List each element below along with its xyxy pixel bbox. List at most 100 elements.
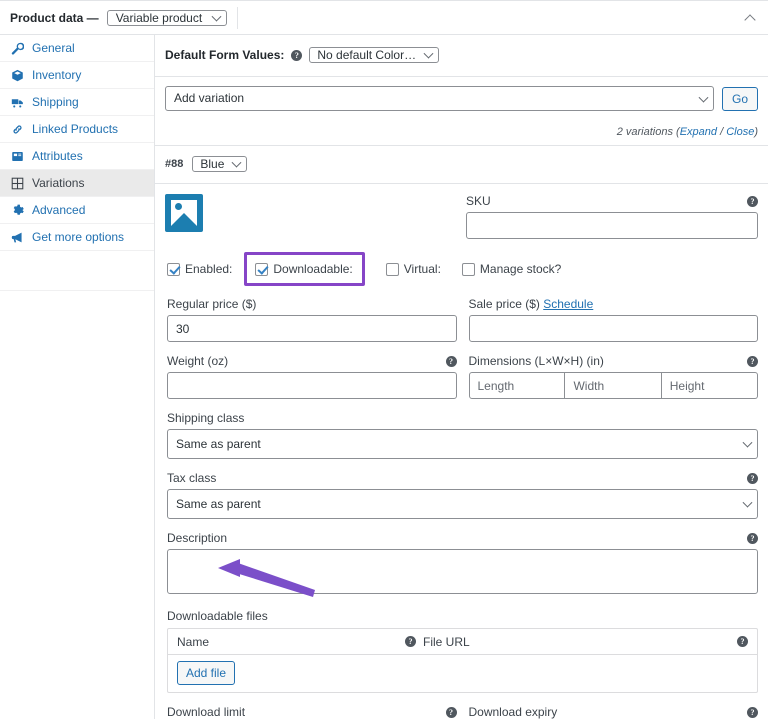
sidebar-item-get-more-options[interactable]: Get more options xyxy=(0,224,154,251)
sidebar-item-variations[interactable]: Variations xyxy=(0,170,154,197)
gear-icon xyxy=(10,203,24,217)
close-paren: ) xyxy=(754,126,758,138)
panel-header: Product data — Variable product xyxy=(0,1,768,35)
help-icon[interactable]: ? xyxy=(747,355,758,367)
add-variation-select[interactable]: Add variation xyxy=(165,86,714,111)
column-header-actions: ? xyxy=(734,636,748,647)
downloadable-checkbox-item[interactable]: Downloadable: xyxy=(244,252,365,286)
regular-price-label: Regular price ($) xyxy=(167,297,257,311)
dimensions-block: Dimensions (L×W×H) (in) ? xyxy=(468,354,758,399)
sidebar-filler xyxy=(0,251,154,291)
help-icon[interactable]: ? xyxy=(445,355,457,367)
downloadable-label: Downloadable: xyxy=(273,262,353,276)
default-color-select[interactable]: No default Color… xyxy=(309,47,440,63)
shipping-class-select-wrap[interactable]: Same as parent xyxy=(167,429,758,459)
column-header-file-url-group: ? File URL xyxy=(405,635,734,649)
help-icon[interactable]: ? xyxy=(737,636,748,647)
help-icon[interactable]: ? xyxy=(747,195,758,207)
add-variation-select-wrap[interactable]: Add variation xyxy=(165,86,714,111)
downloadable-checkbox[interactable] xyxy=(255,262,269,276)
variation-toggles-row: Enabled: Downloadable: Virtual: Manage s… xyxy=(165,239,758,297)
sidebar-item-label: Variations xyxy=(32,176,85,190)
weight-block: Weight (oz) ? xyxy=(165,354,457,399)
download-limit-label: Download limit xyxy=(167,705,246,719)
regular-price-block: Regular price ($) xyxy=(165,297,457,342)
manage-stock-label: Manage stock? xyxy=(479,262,562,276)
sku-label-row: SKU ? xyxy=(466,194,758,208)
tax-class-select-wrap[interactable]: Same as parent xyxy=(167,489,758,519)
go-button[interactable]: Go xyxy=(721,86,758,111)
help-icon[interactable]: ? xyxy=(747,532,758,544)
enabled-checkbox-item[interactable]: Enabled: xyxy=(167,262,232,276)
variation-id: #88 xyxy=(165,158,184,170)
image-placeholder-inner xyxy=(171,200,197,226)
variation-attribute-select[interactable]: Blue xyxy=(192,156,248,172)
sidebar-item-inventory[interactable]: Inventory xyxy=(0,62,154,89)
download-limit-block: Download limit ? xyxy=(165,705,457,719)
downloadable-files-header: Name ? File URL ? xyxy=(168,629,757,655)
height-input[interactable] xyxy=(661,372,758,399)
help-icon[interactable]: ? xyxy=(405,636,416,647)
description-block: Description ? xyxy=(165,531,758,609)
length-input[interactable] xyxy=(468,372,566,399)
sale-price-input[interactable] xyxy=(468,315,758,342)
download-limits-row: Download limit ? Download expiry ? xyxy=(165,705,758,719)
help-icon[interactable]: ? xyxy=(747,472,758,484)
weight-input[interactable] xyxy=(167,372,457,399)
tax-class-select[interactable]: Same as parent xyxy=(167,489,758,519)
virtual-checkbox[interactable] xyxy=(385,262,399,276)
variations-panel: Default Form Values: ? No default Color…… xyxy=(155,35,768,719)
sku-block: SKU ? xyxy=(466,194,758,239)
sidebar-item-attributes[interactable]: Attributes xyxy=(0,143,154,170)
virtual-checkbox-item[interactable]: Virtual: xyxy=(385,262,441,276)
sidebar-item-label: Shipping xyxy=(32,95,79,109)
meta-separator: / xyxy=(717,126,727,138)
wrench-icon xyxy=(10,41,24,55)
enabled-checkbox[interactable] xyxy=(167,262,180,276)
dimensions-label: Dimensions (L×W×H) (in) xyxy=(468,354,604,368)
product-type-select[interactable]: Variable product xyxy=(106,9,228,26)
weight-label: Weight (oz) xyxy=(167,354,229,368)
sidebar-item-advanced[interactable]: Advanced xyxy=(0,197,154,224)
grid-icon xyxy=(10,176,24,190)
archive-icon xyxy=(10,68,24,82)
help-icon[interactable]: ? xyxy=(445,706,457,718)
sidebar-item-label: General xyxy=(32,41,75,55)
default-form-values-label: Default Form Values: xyxy=(165,48,285,62)
variation-attribute-select-wrap[interactable]: Blue xyxy=(192,154,248,174)
product-type-select-wrap[interactable]: Variable product xyxy=(106,8,228,28)
sku-input[interactable] xyxy=(466,212,758,239)
sidebar-item-general[interactable]: General xyxy=(0,35,154,62)
sale-price-label: Sale price ($) xyxy=(468,297,540,311)
tax-class-label-row: Tax class ? xyxy=(167,471,758,485)
help-icon[interactable]: ? xyxy=(291,49,303,61)
close-link[interactable]: Close xyxy=(726,126,754,138)
weight-label-row: Weight (oz) ? xyxy=(167,354,457,368)
variation-body-88: SKU ? Enabled: Downloadable: Virtual: Ma… xyxy=(155,184,768,719)
manage-stock-checkbox[interactable] xyxy=(461,262,475,276)
manage-stock-checkbox-item[interactable]: Manage stock? xyxy=(461,262,562,276)
sidebar-item-linked-products[interactable]: Linked Products xyxy=(0,116,154,143)
panel-collapse-toggle[interactable] xyxy=(744,11,758,26)
link-icon xyxy=(10,122,24,136)
schedule-link[interactable]: Schedule xyxy=(543,297,593,311)
shipping-class-select[interactable]: Same as parent xyxy=(167,429,758,459)
regular-price-input[interactable] xyxy=(167,315,457,342)
sidebar-item-label: Get more options xyxy=(32,230,125,244)
product-data-panel: Product data — Variable product General xyxy=(0,0,768,719)
regular-price-label-row: Regular price ($) xyxy=(167,297,457,311)
sidebar-item-shipping[interactable]: Shipping xyxy=(0,89,154,116)
header-divider xyxy=(237,6,239,29)
width-input[interactable] xyxy=(565,372,662,399)
default-color-select-wrap[interactable]: No default Color… xyxy=(309,45,440,65)
download-limit-label-row: Download limit ? xyxy=(167,705,457,719)
expand-link[interactable]: Expand xyxy=(680,126,717,138)
help-icon[interactable]: ? xyxy=(747,706,758,718)
downloadable-files-label: Downloadable files xyxy=(167,609,268,623)
image-placeholder-icon[interactable] xyxy=(165,194,203,232)
shipping-class-label-row: Shipping class xyxy=(167,411,758,425)
virtual-label: Virtual: xyxy=(403,262,441,276)
description-textarea[interactable] xyxy=(167,549,758,594)
download-expiry-label-row: Download expiry ? xyxy=(469,705,758,719)
add-file-button[interactable]: Add file xyxy=(177,661,236,685)
